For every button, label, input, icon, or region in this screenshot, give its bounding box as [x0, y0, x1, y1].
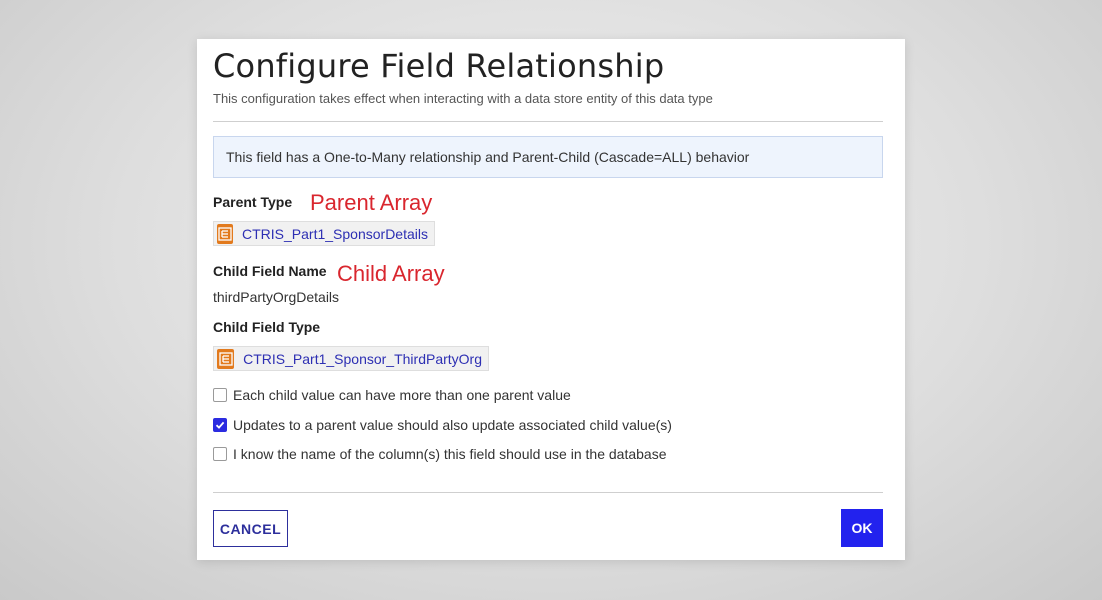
dialog-subtitle: This configuration takes effect when int… — [213, 91, 713, 106]
checkmark-icon — [215, 421, 225, 429]
parent-type-link[interactable]: CTRIS_Part1_SponsorDetails — [213, 221, 435, 246]
ok-button[interactable]: OK — [841, 509, 883, 547]
parent-type-value: CTRIS_Part1_SponsorDetails — [242, 225, 428, 242]
child-field-type-value: CTRIS_Part1_Sponsor_ThirdPartyOrg — [243, 350, 482, 367]
data-type-icon — [217, 223, 234, 244]
child-field-name-value: thirdPartyOrgDetails — [213, 289, 340, 305]
option-multiple-parents[interactable]: Each child value can have more than one … — [213, 387, 571, 403]
divider — [213, 492, 883, 493]
child-field-type-label: Child Field Type — [213, 319, 321, 335]
option-cascade-update[interactable]: Updates to a parent value should also up… — [213, 417, 672, 433]
cascade-update-checkbox[interactable] — [213, 418, 227, 432]
multiple-parents-checkbox[interactable] — [213, 388, 227, 402]
option-label: I know the name of the column(s) this fi… — [233, 446, 667, 462]
relationship-info-box: This field has a One-to-Many relationshi… — [213, 136, 883, 178]
parent-array-annotation: Parent Array — [310, 190, 433, 215]
divider — [213, 121, 883, 122]
cancel-button[interactable]: CANCEL — [213, 510, 288, 547]
option-column-names[interactable]: I know the name of the column(s) this fi… — [213, 446, 666, 462]
configure-field-relationship-dialog: Configure Field Relationship This config… — [197, 39, 905, 560]
option-label: Each child value can have more than one … — [233, 387, 571, 403]
parent-type-label: Parent Type — [213, 194, 293, 210]
child-array-annotation: Child Array — [337, 261, 445, 286]
data-type-icon — [217, 348, 235, 369]
child-field-name-label: Child Field Name — [213, 263, 327, 279]
dialog-title: Configure Field Relationship — [213, 47, 665, 85]
option-label: Updates to a parent value should also up… — [233, 417, 672, 433]
column-names-checkbox[interactable] — [213, 447, 227, 461]
child-field-type-link[interactable]: CTRIS_Part1_Sponsor_ThirdPartyOrg — [213, 346, 489, 371]
